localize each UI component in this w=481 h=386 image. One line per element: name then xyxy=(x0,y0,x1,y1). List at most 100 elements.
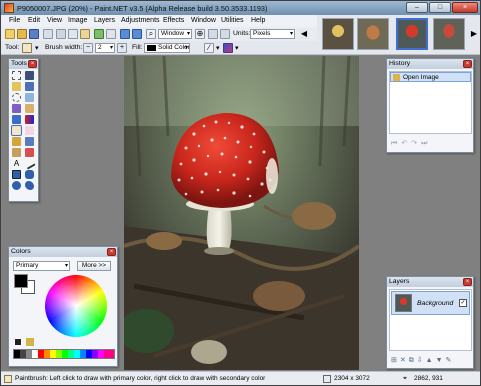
gradient-tool-icon[interactable] xyxy=(25,115,34,124)
menu-help[interactable]: Help xyxy=(251,17,265,24)
image-canvas[interactable] xyxy=(124,56,359,370)
minimize-button[interactable]: – xyxy=(406,2,428,13)
thumbnails-scroll-left-icon[interactable]: ◀ xyxy=(299,29,309,39)
rectangle-select-tool-icon[interactable] xyxy=(12,71,21,80)
text-tool-icon[interactable]: A xyxy=(12,159,21,168)
copy-icon[interactable] xyxy=(68,29,78,39)
ruler-icon[interactable] xyxy=(220,29,230,39)
menu-utilities[interactable]: Utilities xyxy=(221,17,244,24)
image-thumbnail[interactable] xyxy=(357,18,389,50)
history-panel-close-button[interactable]: × xyxy=(463,60,472,68)
maximize-button[interactable]: □ xyxy=(429,2,451,13)
zoom-icon[interactable]: ⌕ xyxy=(146,29,156,39)
move-layer-up-icon[interactable]: ▲ xyxy=(426,357,436,364)
colors-panel-close-button[interactable]: × xyxy=(107,248,116,256)
eraser-tool-icon[interactable] xyxy=(25,126,34,135)
grid-icon[interactable] xyxy=(208,29,218,39)
menu-window[interactable]: Window xyxy=(191,17,216,24)
freeform-shape-tool-icon[interactable] xyxy=(25,181,34,190)
thumbnails-scroll-right-icon[interactable]: ▶ xyxy=(469,29,479,39)
workspace: Tools × A History × Open Image ⏮↶↷⏭ Colo… xyxy=(1,55,480,371)
clone-stamp-tool-icon[interactable] xyxy=(12,148,21,157)
color-mode-dropdown[interactable]: Primary ▾ xyxy=(13,261,70,271)
menu-view[interactable]: View xyxy=(47,17,62,24)
reset-colors-icon[interactable] xyxy=(14,338,22,346)
menu-effects[interactable]: Effects xyxy=(163,17,184,24)
open-icon[interactable] xyxy=(17,29,27,39)
menu-edit[interactable]: Edit xyxy=(28,17,40,24)
swap-colors-icon[interactable] xyxy=(26,338,34,346)
delete-layer-icon[interactable]: ✕ xyxy=(400,357,409,364)
rounded-rectangle-tool-icon[interactable] xyxy=(25,170,34,179)
menu-file[interactable]: File xyxy=(9,17,20,24)
undo-icon[interactable] xyxy=(120,29,130,39)
ellipse-select-tool-icon[interactable] xyxy=(12,93,21,102)
duplicate-layer-icon[interactable]: ⧉ xyxy=(409,357,417,364)
blend-mode-dropdown-arrow[interactable]: ▾ xyxy=(235,44,238,52)
pan-tool-icon[interactable] xyxy=(25,104,34,113)
save-icon[interactable] xyxy=(29,29,39,39)
antialiasing-dropdown-arrow[interactable]: ▾ xyxy=(216,44,219,52)
color-wheel[interactable] xyxy=(45,275,107,337)
recolor-tool-icon[interactable] xyxy=(25,148,34,157)
magic-wand-tool-icon[interactable] xyxy=(12,104,21,113)
menu-image[interactable]: Image xyxy=(68,17,87,24)
merge-layer-icon[interactable]: ⇩ xyxy=(417,357,426,364)
tool-dropdown-arrow[interactable]: ▾ xyxy=(35,44,38,52)
blend-mode-icon[interactable] xyxy=(223,43,233,53)
history-item-label: Open Image xyxy=(403,74,439,81)
move-selection-tool-icon[interactable] xyxy=(25,71,34,80)
layer-controls: ⊞✕⧉⇩▲▼✎ xyxy=(391,356,454,365)
redo-icon[interactable] xyxy=(132,29,142,39)
zoom-in-icon[interactable]: ⊕ xyxy=(195,29,205,39)
line-tool-icon[interactable] xyxy=(23,157,36,170)
units-dropdown[interactable]: Pixels ▾ xyxy=(250,29,295,39)
fast-forward-icon[interactable]: ⏭ xyxy=(421,140,431,147)
primary-color-swatch[interactable] xyxy=(14,274,28,288)
move-selected-tool-icon[interactable] xyxy=(25,82,34,91)
print-icon[interactable] xyxy=(43,29,53,39)
rectangle-tool-icon[interactable] xyxy=(12,170,21,179)
units-label: Units: xyxy=(233,30,251,37)
more-colors-button[interactable]: More >> xyxy=(77,261,111,271)
tools-panel-close-button[interactable]: × xyxy=(28,60,37,68)
paintbrush-tool-icon[interactable] xyxy=(22,43,32,53)
paste-icon[interactable] xyxy=(80,29,90,39)
layer-visibility-checkbox[interactable]: ✓ xyxy=(459,299,467,307)
menu-layers[interactable]: Layers xyxy=(94,17,115,24)
redo-icon[interactable]: ↷ xyxy=(411,140,421,147)
zoom-tool-icon[interactable] xyxy=(25,93,34,102)
image-thumbnail[interactable] xyxy=(322,18,354,50)
decrease-width-icon[interactable]: − xyxy=(83,43,93,53)
deselect-icon[interactable] xyxy=(106,29,116,39)
close-button[interactable]: × xyxy=(452,2,478,13)
lasso-select-tool-icon[interactable] xyxy=(12,82,21,91)
antialiasing-icon[interactable]: ∕ xyxy=(204,43,214,53)
crop-icon[interactable] xyxy=(94,29,104,39)
cut-icon[interactable] xyxy=(56,29,66,39)
color-palette[interactable] xyxy=(13,349,115,359)
move-layer-down-icon[interactable]: ▼ xyxy=(436,357,446,364)
layer-row[interactable]: Background ✓ xyxy=(391,291,470,315)
increase-width-icon[interactable]: + xyxy=(117,43,127,53)
layers-panel-close-button[interactable]: × xyxy=(463,278,472,286)
ellipse-tool-icon[interactable] xyxy=(12,181,21,190)
paint-bucket-tool-icon[interactable] xyxy=(12,115,21,124)
color-picker-tool-icon[interactable] xyxy=(25,137,34,146)
rewind-icon[interactable]: ⏮ xyxy=(391,140,401,147)
brush-width-input[interactable]: 2 ▾ xyxy=(95,43,115,53)
image-thumbnail[interactable] xyxy=(433,18,465,50)
zoom-dropdown[interactable]: Window ▾ xyxy=(158,29,192,39)
pencil-tool-icon[interactable] xyxy=(12,137,21,146)
layer-properties-icon[interactable]: ✎ xyxy=(446,357,455,364)
paintbrush-tool-icon[interactable] xyxy=(11,125,22,136)
add-layer-icon[interactable]: ⊞ xyxy=(391,357,400,364)
new-icon[interactable] xyxy=(5,29,15,39)
layers-panel-title: Layers xyxy=(389,278,410,285)
undo-icon[interactable]: ↶ xyxy=(401,140,411,147)
history-item[interactable]: Open Image xyxy=(390,72,471,82)
image-thumbnail-active[interactable] xyxy=(396,18,428,50)
fill-dropdown[interactable]: Solid Color ▾ xyxy=(144,43,190,53)
menu-adjustments[interactable]: Adjustments xyxy=(121,17,160,24)
tool-label: Tool: xyxy=(5,44,20,51)
